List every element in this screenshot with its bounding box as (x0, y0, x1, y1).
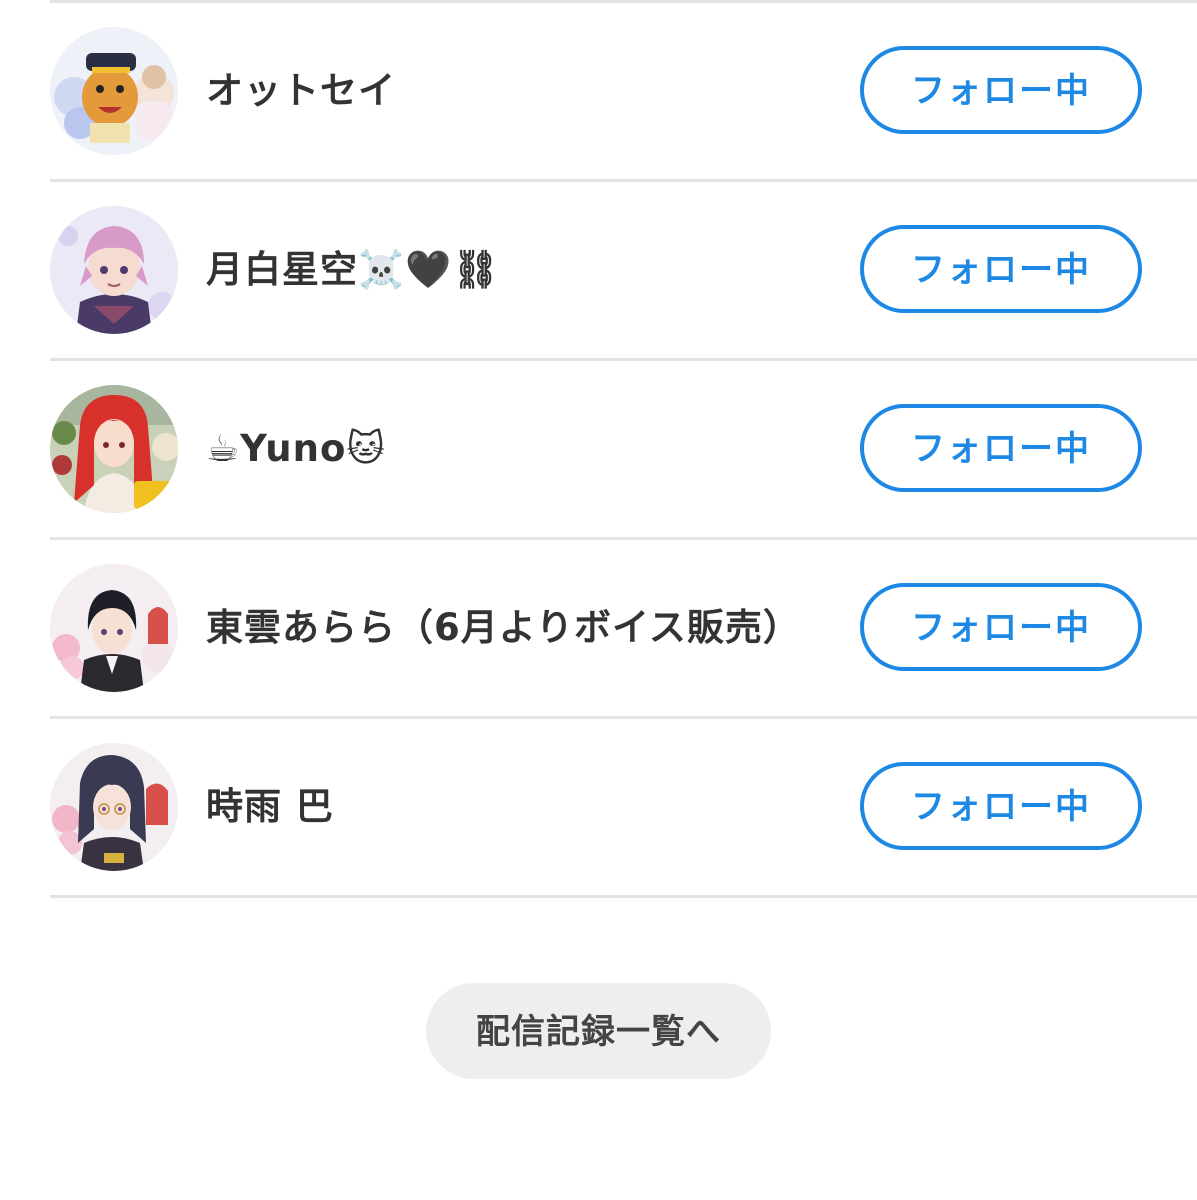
list-item[interactable]: 時雨 巴 フォロー中 (50, 719, 1197, 898)
otter-character-avatar-icon (50, 27, 178, 155)
follow-list: オットセイ フォロー中 月白星空☠️🖤⛓ フォロー中 ☕Yuno🐱 フォロー中 … (50, 3, 1197, 898)
avatar[interactable] (50, 27, 178, 155)
list-item[interactable]: ☕Yuno🐱 フォロー中 (50, 361, 1197, 540)
user-name[interactable]: 時雨 巴 (206, 719, 334, 895)
red-hair-girl-avatar-icon (50, 385, 178, 513)
avatar[interactable] (50, 385, 178, 513)
list-item[interactable]: オットセイ フォロー中 (50, 3, 1197, 182)
user-name[interactable]: オットセイ (206, 3, 396, 179)
dark-hair-girl-avatar-icon (50, 743, 178, 871)
list-item[interactable]: 東雲あらら（6月よりボイス販売） フォロー中 (50, 540, 1197, 719)
avatar[interactable] (50, 564, 178, 692)
following-button[interactable]: フォロー中 (860, 404, 1142, 492)
pink-hair-boy-avatar-icon (50, 206, 178, 334)
avatar[interactable] (50, 743, 178, 871)
user-name[interactable]: 東雲あらら（6月よりボイス販売） (206, 540, 801, 716)
black-hair-boy-avatar-icon (50, 564, 178, 692)
following-button[interactable]: フォロー中 (860, 583, 1142, 671)
broadcast-records-button[interactable]: 配信記録一覧へ (426, 983, 771, 1079)
following-button[interactable]: フォロー中 (860, 762, 1142, 850)
avatar[interactable] (50, 206, 178, 334)
user-name[interactable]: ☕Yuno🐱 (206, 361, 386, 537)
user-name[interactable]: 月白星空☠️🖤⛓ (206, 182, 500, 358)
following-button[interactable]: フォロー中 (860, 225, 1142, 313)
list-item[interactable]: 月白星空☠️🖤⛓ フォロー中 (50, 182, 1197, 361)
following-button[interactable]: フォロー中 (860, 46, 1142, 134)
